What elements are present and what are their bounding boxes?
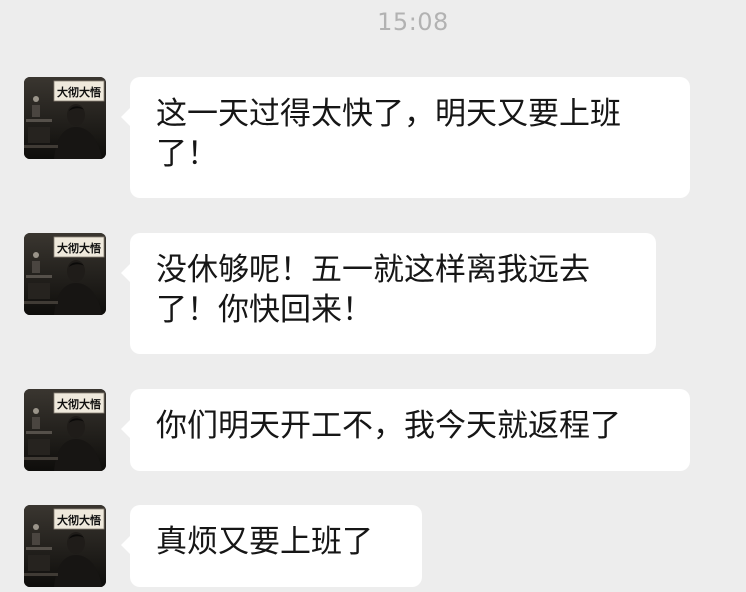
message-bubble[interactable]: 真烦又要上班了	[121, 505, 422, 587]
svg-text:大彻大悟: 大彻大悟	[57, 85, 101, 99]
svg-text:大彻大悟: 大彻大悟	[57, 397, 101, 411]
avatar-image: 大彻大悟	[24, 505, 106, 587]
avatar[interactable]: 大彻大悟	[24, 233, 106, 315]
svg-text:大彻大悟: 大彻大悟	[57, 241, 101, 255]
message-bubble[interactable]: 没休够呢！五一就这样离我远去了！你快回来！	[121, 233, 656, 354]
avatar-image: 大彻大悟	[24, 233, 106, 315]
chat-timestamp: 15:08	[377, 8, 449, 36]
avatar[interactable]: 大彻大悟	[24, 505, 106, 587]
svg-text:大彻大悟: 大彻大悟	[57, 513, 101, 527]
avatar-image: 大彻大悟	[24, 389, 106, 471]
message-bubble[interactable]: 这一天过得太快了，明天又要上班了！	[121, 77, 690, 198]
avatar[interactable]: 大彻大悟	[24, 389, 106, 471]
avatar[interactable]: 大彻大悟	[24, 77, 106, 159]
avatar-image: 大彻大悟	[24, 77, 106, 159]
message-bubble[interactable]: 你们明天开工不，我今天就返程了	[121, 389, 690, 471]
